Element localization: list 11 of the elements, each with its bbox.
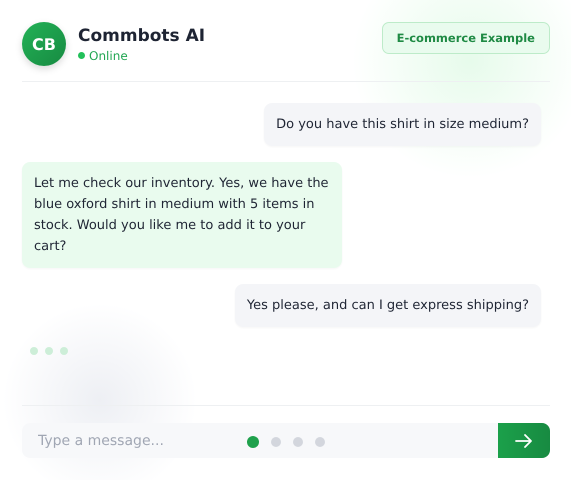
user-message: Do you have this shirt in size medium?: [264, 103, 541, 146]
bot-message: Let me check our inventory. Yes, we have the blue oxford shirt in medium with 5 items in stock. Would you like me to add it to your cart?: [22, 162, 342, 268]
arrow-icon: [515, 432, 533, 448]
example-badge: E-commerce Example: [382, 22, 550, 54]
status-text: Online: [89, 48, 128, 62]
user-message: Yes please, and can I get express shipping?: [234, 284, 541, 327]
avatar: CB: [22, 22, 66, 66]
bot-name: Commbots AI: [78, 26, 206, 46]
online-dot: [78, 52, 85, 59]
send-button[interactable]: [498, 423, 550, 458]
message-input[interactable]: Type a message...: [22, 423, 498, 458]
